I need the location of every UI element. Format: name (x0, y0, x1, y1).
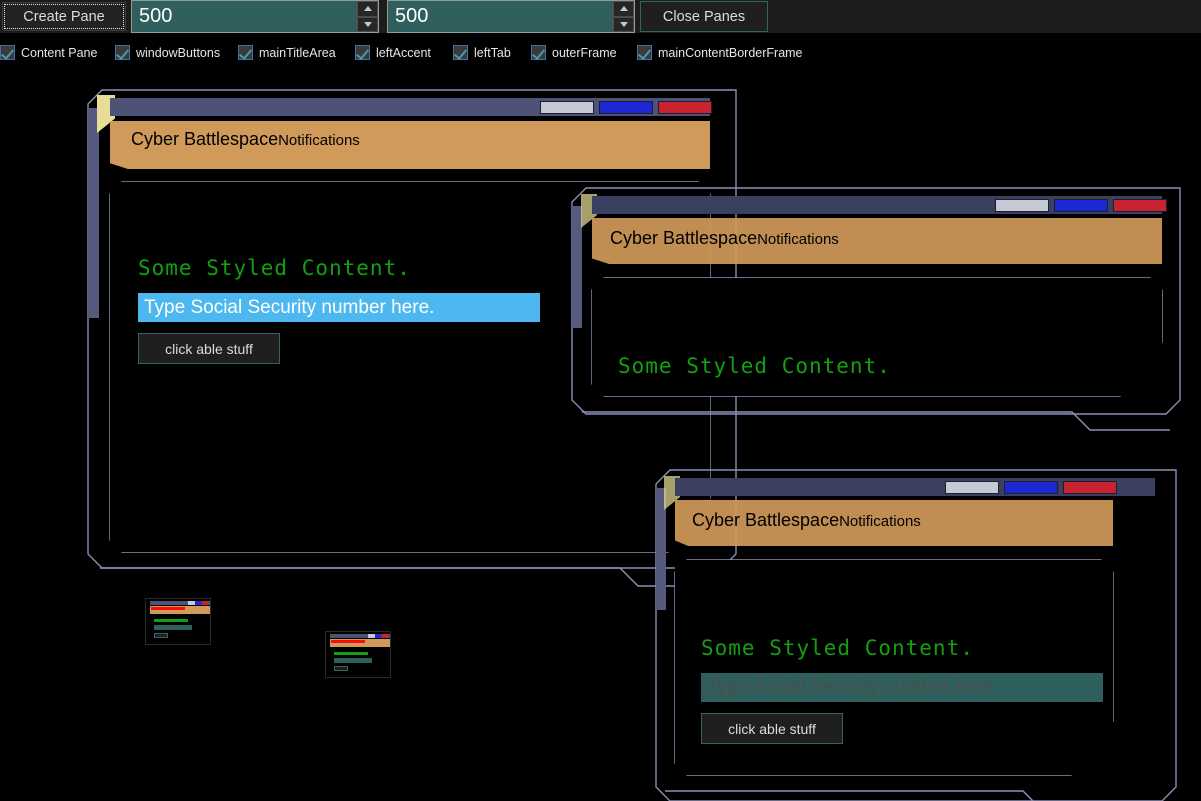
panel-3[interactable]: Cyber BattlespaceNotifications Some Style… (0, 0, 1201, 801)
thumbnail-window-buttons (188, 601, 208, 605)
maximize-button[interactable] (1004, 480, 1058, 494)
thumbnail-heading (154, 619, 188, 622)
panel-title-sub: Notifications (839, 513, 921, 530)
minimize-button[interactable] (945, 480, 999, 494)
close-button[interactable] (1063, 480, 1117, 494)
app-root: Create Pane 500 500 Close Panes Content … (0, 0, 1201, 801)
window-buttons (945, 478, 1117, 496)
thumbnail-button (154, 633, 168, 638)
thumbnail-input (154, 625, 192, 630)
click-able-stuff-button[interactable]: click able stuff (701, 713, 843, 744)
panel-title-main: Cyber Battlespace (692, 510, 840, 530)
thumbnail-button (334, 666, 348, 671)
main-title-bar (675, 478, 1155, 496)
content-heading: Some Styled Content. (701, 636, 974, 660)
thumbnail-title-text (151, 607, 185, 610)
thumbnail-title-text (331, 640, 365, 643)
thumbnail-window-buttons (368, 634, 388, 638)
ssn-input[interactable] (701, 673, 1103, 702)
thumbnail-heading (334, 652, 368, 655)
thumbnail-input (334, 658, 372, 663)
panel-thumbnail[interactable] (325, 631, 391, 678)
panel-title: Cyber BattlespaceNotifications (692, 510, 921, 531)
panel-thumbnail[interactable] (145, 598, 211, 645)
